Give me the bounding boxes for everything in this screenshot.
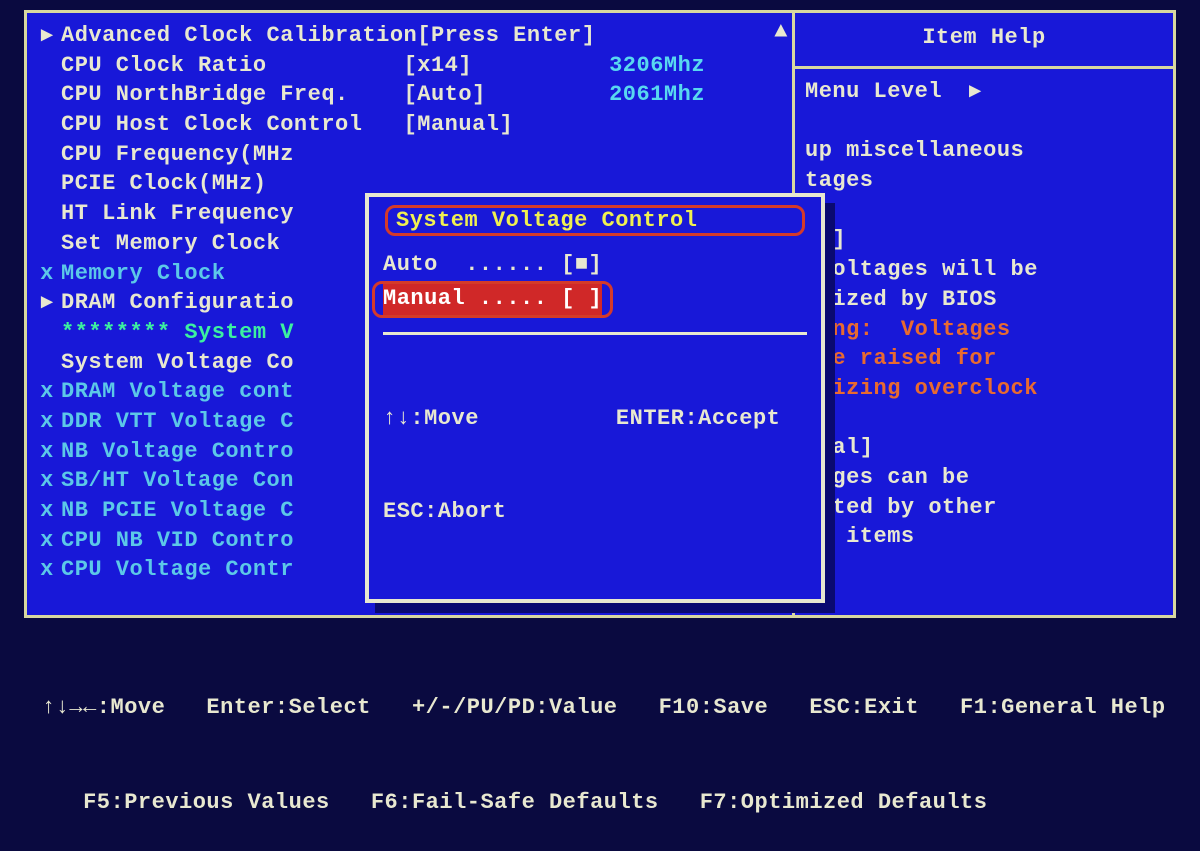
help-line	[805, 107, 1163, 137]
marker	[33, 140, 61, 170]
disabled-icon: x	[33, 466, 61, 496]
setting-row[interactable]: CPU Frequency(MHz	[33, 140, 786, 170]
popup-hint-abort: ESC:Abort	[383, 497, 807, 528]
disabled-icon: x	[33, 526, 61, 556]
setting-row[interactable]: CPU Clock Ratio [x14] 3206Mhz	[33, 51, 786, 81]
marker	[33, 51, 61, 81]
disabled-icon: x	[33, 407, 61, 437]
popup-option-label: Manual ..... [ ]	[383, 284, 602, 315]
help-panel: Item Help Menu Level up miscellaneoustag…	[792, 13, 1173, 615]
help-line: to]	[805, 225, 1163, 255]
bios-screen: ▲ ▸Advanced Clock Calibration[Press Ente…	[24, 10, 1176, 618]
footer-line-1: ↑↓→←:Move Enter:Select +/-/PU/PD:Value F…	[42, 692, 1176, 724]
marker	[33, 80, 61, 110]
help-line: up miscellaneous	[805, 136, 1163, 166]
disabled-icon: x	[33, 555, 61, 585]
setting-label: Set Memory Clock	[61, 229, 294, 259]
setting-label: Advanced Clock Calibration	[61, 21, 417, 51]
setting-label: CPU NorthBridge Freq.	[61, 80, 404, 110]
setting-label: System Voltage Co	[61, 348, 294, 378]
setting-row[interactable]: CPU NorthBridge Freq. [Auto] 2061Mhz	[33, 80, 786, 110]
setting-label: ******** System V	[61, 318, 294, 348]
help-line: imized by BIOS	[805, 285, 1163, 315]
setting-value: [Manual]	[404, 110, 514, 140]
help-line: up items	[805, 522, 1163, 552]
setting-label: NB PCIE Voltage C	[61, 496, 294, 526]
setting-label: CPU Frequency(MHz	[61, 140, 294, 170]
popup-options: Auto ...... [■]Manual ..... [ ]	[383, 250, 807, 332]
setting-label: HT Link Frequency	[61, 199, 294, 229]
marker	[33, 110, 61, 140]
marker	[33, 318, 61, 348]
help-line: tages	[805, 166, 1163, 196]
disabled-icon: x	[33, 259, 61, 289]
setting-label: SB/HT Voltage Con	[61, 466, 294, 496]
submenu-icon: ▸	[33, 288, 61, 318]
help-line: usted by other	[805, 493, 1163, 523]
settings-panel: ▲ ▸Advanced Clock Calibration[Press Ente…	[27, 13, 792, 615]
menu-level: Menu Level	[805, 77, 1163, 107]
popup-hint-move: ↑↓:Move ENTER:Accept	[383, 404, 807, 435]
setting-label: CPU NB VID Contro	[61, 526, 294, 556]
submenu-icon: ▸	[33, 21, 61, 51]
help-line: be raised for	[805, 344, 1163, 374]
setting-label: DRAM Configuratio	[61, 288, 294, 318]
setting-extra: 2061Mhz	[609, 80, 705, 110]
help-body: Menu Level up miscellaneoustages to] vol…	[795, 69, 1173, 560]
setting-label: NB Voltage Contro	[61, 437, 294, 467]
help-line: nual]	[805, 433, 1163, 463]
marker	[33, 229, 61, 259]
setting-row[interactable]: ▸Advanced Clock Calibration[Press Enter]	[33, 21, 786, 51]
scroll-up-icon[interactable]: ▲	[774, 19, 788, 44]
help-line	[805, 196, 1163, 226]
marker	[33, 348, 61, 378]
popup-system-voltage-control: System Voltage Control Auto ...... [■]Ma…	[365, 193, 825, 603]
help-line: voltages will be	[805, 255, 1163, 285]
setting-value: [Press Enter]	[417, 21, 595, 51]
setting-label: DRAM Voltage cont	[61, 377, 294, 407]
popup-option[interactable]: Auto ...... [■]	[383, 250, 807, 281]
setting-label: CPU Clock Ratio	[61, 51, 404, 81]
help-line: imizing overclock	[805, 374, 1163, 404]
marker	[33, 169, 61, 199]
setting-label: CPU Host Clock Control	[61, 110, 404, 140]
disabled-icon: x	[33, 377, 61, 407]
disabled-icon: x	[33, 437, 61, 467]
marker	[33, 199, 61, 229]
setting-label: Memory Clock	[61, 259, 294, 289]
footer-line-2: F5:Previous Values F6:Fail-Safe Defaults…	[42, 787, 1176, 819]
popup-option-selected[interactable]: Manual ..... [ ]	[372, 281, 613, 318]
setting-label: PCIE Clock(MHz)	[61, 169, 294, 199]
popup-title: System Voltage Control	[396, 208, 794, 233]
disabled-icon: x	[33, 496, 61, 526]
setting-extra: 3206Mhz	[609, 51, 705, 81]
setting-value: [x14]	[404, 51, 610, 81]
setting-value: [Auto]	[404, 80, 610, 110]
setting-label: DDR VTT Voltage C	[61, 407, 294, 437]
help-line: tages can be	[805, 463, 1163, 493]
help-line	[805, 404, 1163, 434]
setting-label: CPU Voltage Contr	[61, 555, 294, 585]
help-title: Item Help	[795, 13, 1173, 69]
setting-row[interactable]: CPU Host Clock Control [Manual]	[33, 110, 786, 140]
help-line: ning: Voltages	[805, 315, 1163, 345]
popup-footer: ↑↓:Move ENTER:Accept ESC:Abort	[383, 332, 807, 589]
popup-title-highlight: System Voltage Control	[385, 205, 805, 236]
